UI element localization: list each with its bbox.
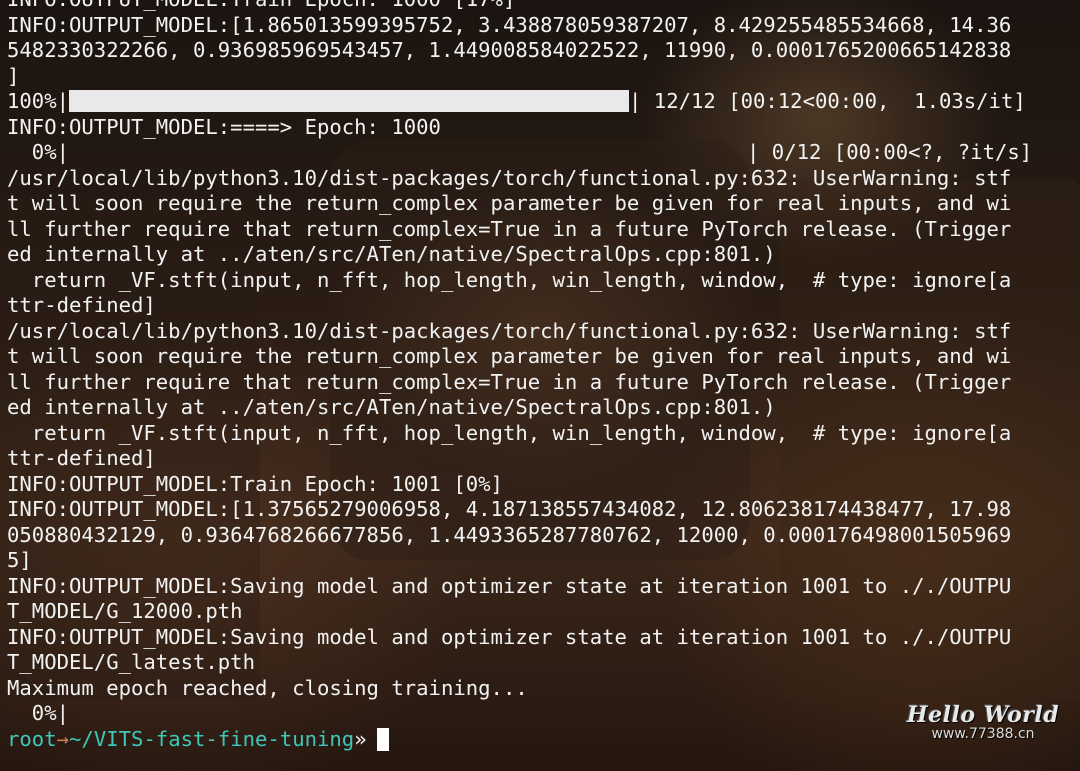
prompt-user: root xyxy=(7,726,57,751)
output-line: T_MODEL/G_12000.pth xyxy=(7,599,243,623)
watermark-url: www.77388.cn xyxy=(931,726,1035,742)
output-line: Maximum epoch reached, closing training.… xyxy=(7,675,528,700)
prompt-path: ~/VITS-fast-fine-tuning xyxy=(69,726,355,751)
output-line: INFO:OUTPUT_MODEL:Train Epoch: 1000 [17%… xyxy=(7,0,1032,13)
output-line: 5482330322266, 0.936985969543457, 1.4490… xyxy=(7,38,1012,62)
prompt-symbol: » xyxy=(354,726,367,751)
output-line: T_MODEL/G_latest.pth xyxy=(7,650,255,674)
output-line: ttr-defined] xyxy=(7,293,156,317)
progress-bar-fill xyxy=(69,90,629,112)
output-line: /usr/local/lib/python3.10/dist-packages/… xyxy=(7,165,1012,190)
text-cursor[interactable] xyxy=(376,727,389,751)
output-line: return _VF.stft(input, n_fft, hop_length… xyxy=(7,420,1012,445)
output-line: INFO:OUTPUT_MODEL:[1.37565279006958, 4.1… xyxy=(7,497,1012,521)
shell-prompt[interactable]: root→~/VITS-fast-fine-tuning» xyxy=(7,727,1032,753)
terminal-output: INFO:OUTPUT_MODEL:Train Epoch: 1000 [17%… xyxy=(7,0,1032,752)
output-line: ttr-defined] xyxy=(7,446,156,470)
output-line: ed internally at ../aten/src/ATen/native… xyxy=(7,242,776,266)
output-line: ] xyxy=(7,63,20,88)
output-line: t will soon require the return_complex p… xyxy=(7,191,1012,215)
progress-bar-empty xyxy=(69,141,747,163)
output-line: ll further require that return_complex=T… xyxy=(7,369,1012,394)
output-line: 5] xyxy=(7,548,32,572)
terminal-window[interactable]: INFO:OUTPUT_MODEL:Train Epoch: 1000 [17%… xyxy=(0,0,1080,771)
progress-bar-line-empty: 0%| | 0/12 [00:00<?, ?it/s] xyxy=(7,140,1032,166)
output-line: ed internally at ../aten/src/ATen/native… xyxy=(7,395,776,419)
progress-bar-line: 100%| | 12/12 [00:12<00:00, 1.03s/it] xyxy=(7,89,1032,115)
output-line: return _VF.stft(input, n_fft, hop_length… xyxy=(7,267,1012,292)
output-line: INFO:OUTPUT_MODEL:====> Epoch: 1000 xyxy=(7,114,441,139)
output-line: 050880432129, 0.9364768266677856, 1.4493… xyxy=(7,522,1012,547)
progress-percent: 100%| xyxy=(7,89,69,113)
output-line: t will soon require the return_complex p… xyxy=(7,344,1012,368)
output-line: /usr/local/lib/python3.10/dist-packages/… xyxy=(7,318,1012,343)
output-line: ll further require that return_complex=T… xyxy=(7,216,1012,241)
progress-suffix: | 12/12 [00:12<00:00, 1.03s/it] xyxy=(629,89,1026,113)
output-line: INFO:OUTPUT_MODEL:[1.865013599395752, 3.… xyxy=(7,12,1012,37)
prompt-arrow-icon: → xyxy=(56,726,70,751)
output-line: INFO:OUTPUT_MODEL:Saving model and optim… xyxy=(7,573,1012,598)
watermark-title: Hello World xyxy=(906,702,1060,728)
output-line: 0%| xyxy=(7,701,69,725)
progress-suffix: | 0/12 [00:00<?, ?it/s] xyxy=(747,140,1033,164)
watermark-logo: Hello World www.77388.cn xyxy=(898,702,1068,742)
output-line: INFO:OUTPUT_MODEL:Train Epoch: 1001 [0%] xyxy=(7,471,503,496)
output-line: INFO:OUTPUT_MODEL:Saving model and optim… xyxy=(7,624,1012,649)
progress-percent: 0%| xyxy=(7,140,69,164)
